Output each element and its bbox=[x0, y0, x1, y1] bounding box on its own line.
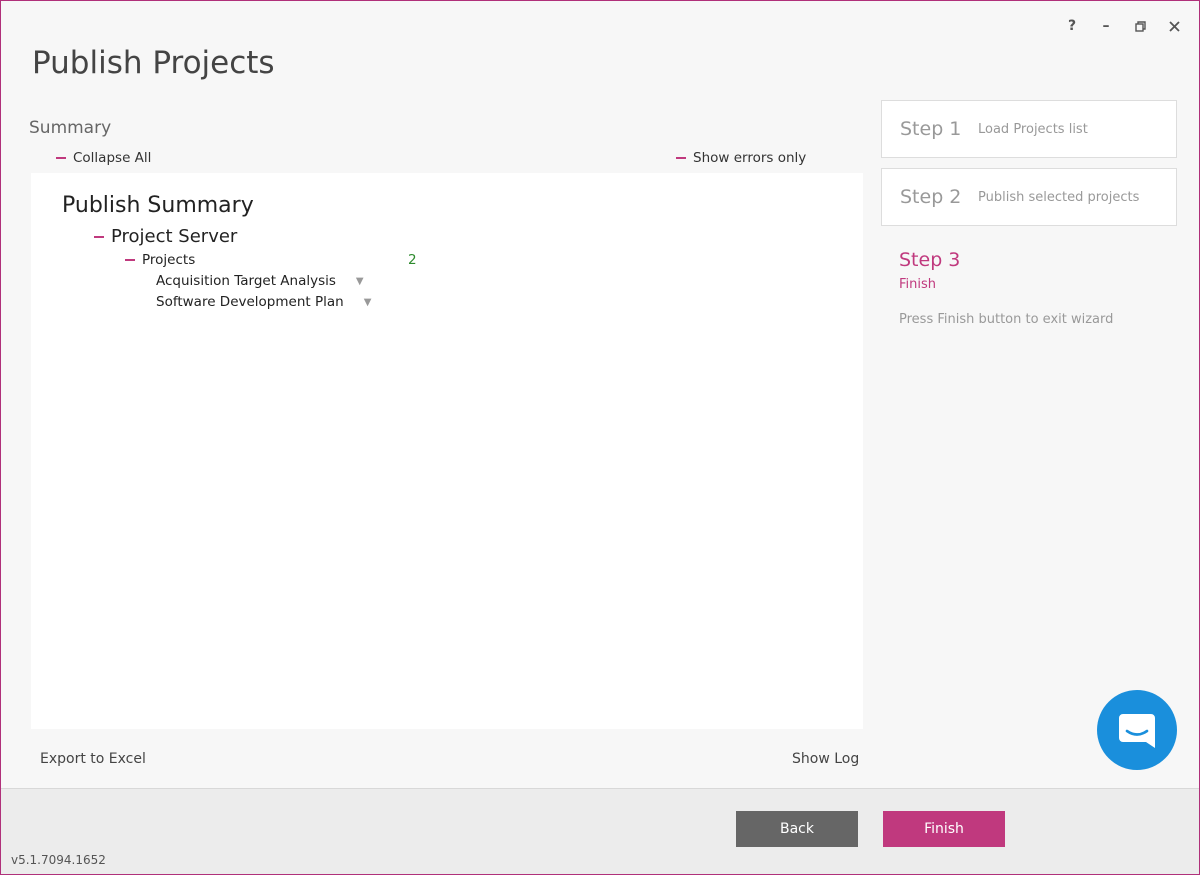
export-to-excel-link[interactable]: Export to Excel bbox=[40, 751, 146, 767]
minimize-icon[interactable]: – bbox=[1097, 15, 1115, 37]
expand-triangle-icon[interactable]: ▼ bbox=[364, 297, 372, 308]
step-2-description: Publish selected projects bbox=[978, 189, 1140, 205]
window-controls: ? – bbox=[1063, 15, 1183, 37]
chat-button[interactable] bbox=[1097, 690, 1177, 770]
step-3-name: Finish bbox=[899, 277, 937, 292]
step-1-number: Step 1 bbox=[900, 118, 962, 140]
step-3-hint: Press Finish button to exit wizard bbox=[899, 312, 1114, 327]
project-name: Software Development Plan bbox=[156, 294, 344, 310]
footer-bar: Back Finish v5.1.7094.1652 bbox=[1, 788, 1199, 874]
projects-count: 2 bbox=[408, 252, 417, 268]
publish-projects-window: ? – Publish Projects Summary Collapse Al… bbox=[0, 0, 1200, 875]
finish-button[interactable]: Finish bbox=[883, 811, 1005, 847]
errors-dash-icon bbox=[676, 157, 686, 159]
help-icon[interactable]: ? bbox=[1063, 15, 1081, 37]
collapse-all-label: Collapse All bbox=[73, 150, 152, 166]
version-label: v5.1.7094.1652 bbox=[11, 853, 106, 867]
server-label: Project Server bbox=[111, 226, 238, 247]
projects-collapse-icon[interactable] bbox=[125, 259, 135, 261]
server-collapse-icon[interactable] bbox=[94, 235, 104, 238]
publish-summary-title: Publish Summary bbox=[62, 193, 254, 218]
step-2-card: Step 2 Publish selected projects bbox=[881, 168, 1177, 226]
show-errors-only-label: Show errors only bbox=[693, 150, 807, 166]
page-title: Publish Projects bbox=[32, 45, 275, 81]
project-name: Acquisition Target Analysis bbox=[156, 273, 336, 289]
expand-triangle-icon[interactable]: ▼ bbox=[356, 276, 364, 287]
tree-node-projects[interactable]: Projects bbox=[125, 252, 195, 268]
step-1-description: Load Projects list bbox=[978, 121, 1088, 137]
summary-label: Summary bbox=[29, 118, 112, 138]
step-2-number: Step 2 bbox=[900, 186, 962, 208]
back-button[interactable]: Back bbox=[736, 811, 858, 847]
tree-node-project-server[interactable]: Project Server bbox=[94, 226, 237, 247]
step-3-number: Step 3 bbox=[899, 249, 961, 271]
show-errors-only-toggle[interactable]: Show errors only bbox=[676, 150, 806, 166]
collapse-dash-icon bbox=[56, 157, 66, 159]
tree-leaf-project[interactable]: Software Development Plan ▼ bbox=[156, 294, 371, 310]
step-1-card: Step 1 Load Projects list bbox=[881, 100, 1177, 158]
close-icon[interactable] bbox=[1165, 15, 1183, 37]
tree-leaf-project[interactable]: Acquisition Target Analysis ▼ bbox=[156, 273, 364, 289]
chat-bubble-icon bbox=[1119, 714, 1155, 748]
projects-label: Projects bbox=[142, 252, 196, 268]
summary-panel: Publish Summary Project Server Projects … bbox=[31, 173, 863, 729]
restore-icon[interactable] bbox=[1131, 15, 1149, 37]
collapse-all-toggle[interactable]: Collapse All bbox=[56, 150, 151, 166]
show-log-link[interactable]: Show Log bbox=[792, 751, 859, 767]
